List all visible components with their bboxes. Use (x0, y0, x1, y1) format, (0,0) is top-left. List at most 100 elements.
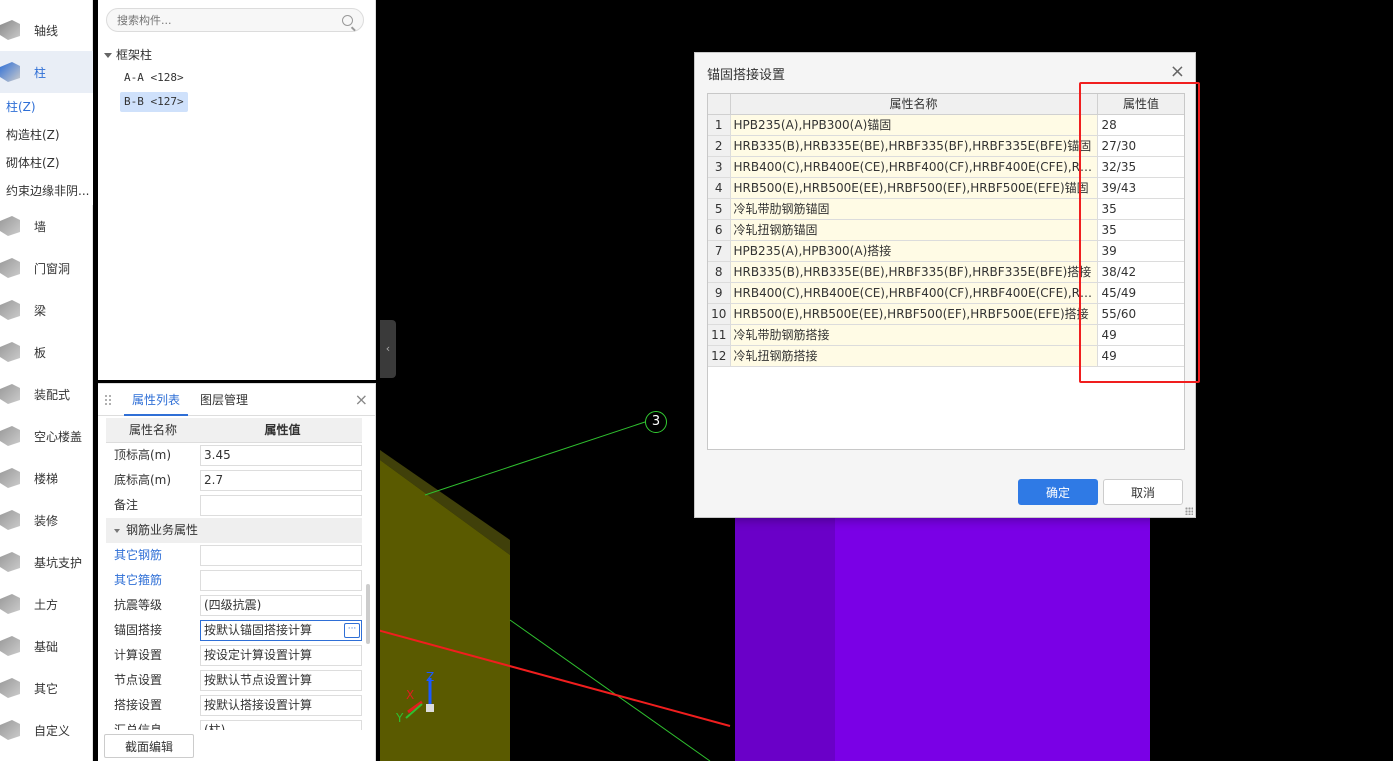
property-value-field[interactable]: 按默认锚固搭接计算 (200, 620, 362, 641)
row-index: 8 (708, 261, 731, 283)
category-item[interactable]: 装修 (0, 499, 93, 541)
row-index: 5 (708, 198, 731, 220)
property-tabs: 属性列表 图层管理 × (98, 384, 376, 416)
more-options-button[interactable]: ··· (344, 623, 360, 638)
category-item[interactable]: 板 (0, 331, 93, 373)
property-row: 备注 (106, 493, 362, 518)
category-sidebar: 轴线柱墙门窗洞梁板装配式空心楼盖楼梯装修 基坑支护土方基础其它自定义 柱(Z) 构造柱… (0, 0, 93, 761)
property-value-field[interactable]: (四级抗震) (200, 595, 362, 616)
property-value-field[interactable]: (柱) (200, 720, 362, 730)
caret-down-icon[interactable] (104, 53, 112, 58)
property-name-link[interactable]: 其它箍筋 (106, 568, 200, 593)
category-item[interactable]: 空心楼盖 (0, 415, 93, 457)
category-item[interactable]: 基坑支护 (0, 541, 93, 583)
property-name-cell: 冷轧扭钢筋锚固 (730, 219, 1098, 241)
row-index: 10 (708, 303, 731, 325)
property-name-link[interactable]: 其它钢筋 (106, 543, 200, 568)
door-window-icon (0, 258, 20, 278)
close-icon[interactable]: × (1170, 61, 1185, 82)
search-box[interactable] (106, 8, 364, 32)
property-value-field[interactable]: 按设定计算设置计算 (200, 645, 362, 666)
gizmo-x-label: X (406, 688, 414, 702)
property-name-cell: HRB400(C),HRB400E(CE),HRBF400(CF),HRBF40… (730, 156, 1098, 178)
chevron-left-icon[interactable]: ‹ (386, 342, 390, 355)
column-subtype-item[interactable]: 构造柱(Z) (0, 121, 93, 149)
property-row: 底标高(m) 2.7 (106, 468, 362, 493)
axis-number-badge[interactable]: 3 (645, 411, 667, 433)
category-item[interactable]: 梁 (0, 289, 93, 331)
category-item[interactable]: 其它 (0, 667, 93, 709)
property-value-field[interactable]: 3.45 (200, 445, 362, 466)
property-value-field[interactable]: 按默认搭接设置计算 (200, 695, 362, 716)
category-label: 墙 (34, 219, 47, 234)
cancel-button[interactable]: 取消 (1103, 479, 1183, 505)
tree-node-selected[interactable]: B-B <127> (120, 92, 188, 112)
tree-group-frame-column[interactable]: 框架柱 (104, 46, 152, 63)
property-panel: 属性列表 图层管理 × 属性名称 属性值 顶标高(m) 3.45 底标高(m) … (98, 383, 376, 761)
property-name-cell: HRB500(E),HRB500E(EE),HRBF500(EF),HRBF50… (730, 177, 1098, 199)
property-name-cell: 冷轧带肋钢筋锚固 (730, 198, 1098, 220)
row-index: 6 (708, 219, 731, 241)
scrollbar[interactable] (366, 584, 370, 644)
property-name: 抗震等级 (114, 598, 163, 612)
property-name: 计算设置 (114, 648, 163, 662)
property-name: 汇总信息 (114, 723, 163, 730)
category-item[interactable]: 装配式 (0, 373, 93, 415)
category-label: 土方 (34, 597, 59, 612)
property-name-cell: HPB235(A),HPB300(A)锚固 (730, 114, 1098, 136)
category-item[interactable]: 门窗洞 (0, 247, 93, 289)
search-input[interactable] (117, 12, 327, 28)
resize-grip-icon[interactable] (1185, 507, 1193, 515)
collapse-panel-handle[interactable]: ‹ (380, 320, 396, 378)
property-row-anchor-lap: 锚固搭接 按默认锚固搭接计算 ··· (106, 618, 362, 643)
property-row: 计算设置 按设定计算设置计算 (106, 643, 362, 668)
row-index: 7 (708, 240, 731, 262)
property-value-field[interactable]: 按默认节点设置计算 (200, 670, 362, 691)
property-value-field[interactable]: 2.7 (200, 470, 362, 491)
property-name-cell: 冷轧扭钢筋搭接 (730, 345, 1098, 367)
tab-property-list[interactable]: 属性列表 (124, 384, 189, 416)
drag-handle-icon[interactable] (104, 394, 112, 406)
column-subtype-item[interactable]: 柱(Z) (0, 93, 93, 121)
category-label: 其它 (34, 681, 59, 696)
column-subtype-item[interactable]: 砌体柱(Z) (0, 149, 93, 177)
beam-icon (0, 300, 20, 320)
property-value-field[interactable] (200, 495, 362, 516)
category-label: 楼梯 (34, 471, 59, 486)
property-value-field[interactable] (200, 570, 362, 591)
header-name: 属性名称 (128, 423, 177, 437)
property-name-cell: HRB335(B),HRB335E(BE),HRBF335(BF),HRBF33… (730, 135, 1098, 157)
close-icon[interactable]: × (355, 390, 368, 409)
category-label: 装配式 (34, 387, 71, 402)
collapse-triangle-icon[interactable] (114, 528, 120, 533)
search-icon[interactable] (342, 15, 353, 26)
category-label: 基础 (34, 639, 59, 654)
category-item[interactable]: 楼梯 (0, 457, 93, 499)
purple-column-right (835, 508, 1150, 761)
tree-node[interactable]: A-A <128> (120, 68, 188, 88)
category-item[interactable]: 轴线 (0, 9, 93, 51)
category-item[interactable]: 墙 (0, 205, 93, 247)
category-label: 轴线 (34, 23, 59, 38)
category-label: 板 (34, 345, 47, 360)
property-name: 底标高(m) (114, 473, 172, 487)
column-subtype-item[interactable]: 约束边缘非阴... (0, 177, 93, 205)
ok-button[interactable]: 确定 (1018, 479, 1098, 505)
custom-icon (0, 720, 20, 740)
category-item[interactable]: 柱 (0, 51, 93, 93)
category-item[interactable]: 自定义 (0, 709, 93, 751)
category-item[interactable]: 基础 (0, 625, 93, 667)
tab-layer-management[interactable]: 图层管理 (200, 384, 248, 416)
category-label: 门窗洞 (34, 261, 71, 276)
section-label: 钢筋业务属性 (106, 518, 356, 543)
row-index: 4 (708, 177, 731, 199)
section-edit-button[interactable]: 截面编辑 (104, 734, 194, 758)
category-item[interactable]: 土方 (0, 583, 93, 625)
other-icon (0, 678, 20, 698)
property-value-field[interactable] (200, 545, 362, 566)
column-header-name[interactable]: 属性名称 (730, 94, 1098, 115)
property-section-rebar[interactable]: 钢筋业务属性 (106, 518, 362, 543)
axis-line (424, 421, 646, 496)
property-name-cell: HRB500(E),HRB500E(EE),HRBF500(EF),HRBF50… (730, 303, 1098, 325)
grid-corner (708, 94, 731, 115)
